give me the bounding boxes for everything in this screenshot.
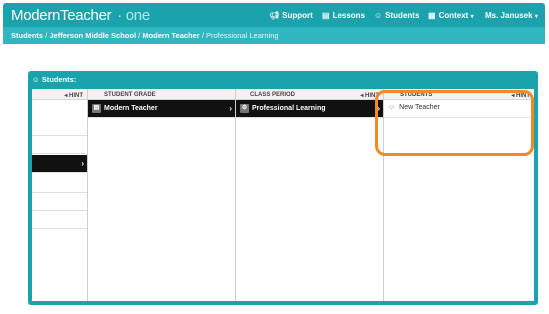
breadcrumb-school[interactable]: Jefferson Middle School	[49, 31, 136, 40]
hint-button[interactable]: ◂ HINT	[64, 92, 83, 99]
chevron-down-icon: ▾	[470, 14, 474, 20]
callout-highlight	[375, 90, 534, 156]
nav-user-menu[interactable]: Ms. Janusek ▾	[485, 11, 538, 20]
breadcrumb-modern-teacher[interactable]: Modern Teacher	[142, 31, 199, 40]
top-navbar: ModernTeacher · one 📢︎ Support ▤ Lessons ☺…	[3, 3, 545, 27]
logo-main: ModernTeacher	[11, 7, 112, 24]
list-item[interactable]	[32, 118, 87, 136]
grade-icon: ▤	[92, 104, 101, 113]
chevron-right-icon: ›	[81, 159, 84, 168]
breadcrumb-bar: Students / Jefferson Middle School / Mod…	[3, 27, 545, 44]
calendar-icon: ▦	[428, 11, 436, 20]
breadcrumb-current: Professional Learning	[206, 31, 279, 40]
person-icon: ☺	[32, 75, 40, 84]
column-header: CLASS PERIOD ◂ HINT	[236, 89, 383, 100]
app-logo[interactable]: ModernTeacher · one	[11, 7, 150, 24]
megaphone-icon: 📢︎	[269, 11, 280, 20]
megaphone-icon: ◂	[64, 93, 68, 99]
list-item-selected[interactable]: ⚙ Professional Learning ›	[236, 100, 383, 118]
gear-icon: ⚙	[240, 104, 249, 113]
column-class-period: CLASS PERIOD ◂ HINT ⚙ Professional Learn…	[236, 89, 384, 301]
list-item[interactable]	[32, 136, 87, 154]
list-item[interactable]	[32, 175, 87, 193]
list-item-selected[interactable]: ▤ Modern Teacher ›	[88, 100, 235, 118]
chevron-down-icon: ▾	[534, 14, 538, 20]
list-item[interactable]	[32, 193, 87, 211]
person-icon: ☺	[374, 11, 383, 20]
megaphone-icon: ◂	[360, 93, 364, 99]
list-item-selected[interactable]: ›	[32, 155, 87, 173]
column-school: ◂ HINT ›	[32, 89, 88, 301]
column-header: STUDENT GRADE	[88, 89, 235, 100]
book-icon: ▤	[322, 11, 330, 20]
list-item[interactable]	[32, 211, 87, 229]
column-student-grade: STUDENT GRADE ▤ Modern Teacher ›	[88, 89, 236, 301]
nav-context[interactable]: ▦ Context ▾	[428, 11, 474, 20]
breadcrumb: Students / Jefferson Middle School / Mod…	[11, 31, 279, 40]
breadcrumb-students[interactable]: Students	[11, 31, 43, 40]
column-header: ◂ HINT	[32, 89, 87, 100]
nav-students[interactable]: ☺ Students	[374, 11, 419, 20]
logo-suffix: · one	[113, 7, 150, 24]
chevron-right-icon: ›	[229, 104, 232, 113]
nav-support[interactable]: 📢︎ Support	[269, 11, 313, 20]
nav-lessons[interactable]: ▤ Lessons	[322, 11, 365, 20]
panel-title: ☺ Students:	[32, 75, 77, 84]
app-frame: ModernTeacher · one 📢︎ Support ▤ Lessons ☺…	[0, 0, 549, 314]
